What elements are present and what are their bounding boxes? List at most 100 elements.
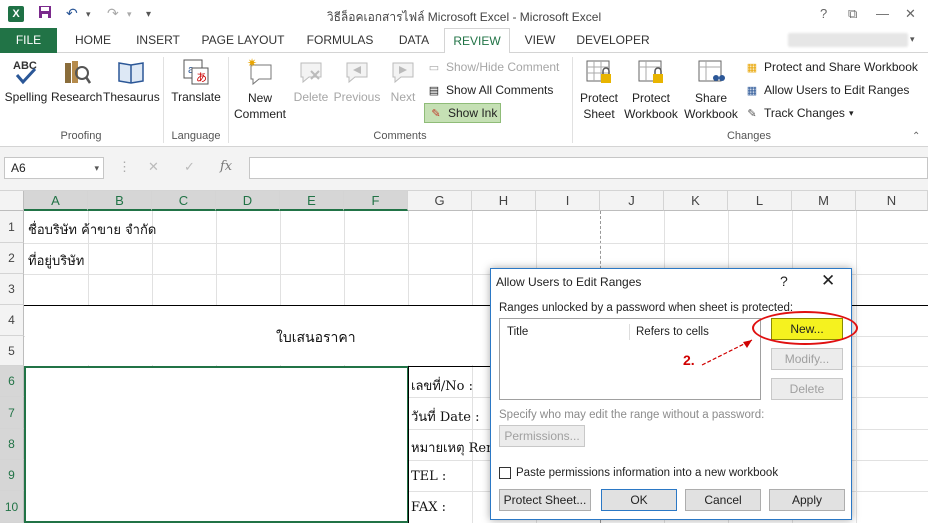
column-header-l[interactable]: L: [728, 191, 792, 211]
apply-button[interactable]: Apply: [769, 489, 845, 511]
delete-comment-label: Delete: [293, 90, 329, 104]
protect-share-workbook-button[interactable]: ▦ Protect and Share Workbook: [744, 57, 918, 77]
formula-input[interactable]: [249, 157, 928, 179]
row-header-6[interactable]: 6: [0, 366, 24, 397]
dialog-close-button[interactable]: ✕: [821, 271, 835, 291]
column-header-f[interactable]: F: [344, 191, 408, 211]
column-header-i[interactable]: I: [536, 191, 600, 211]
step-annotation: 2.: [683, 352, 695, 368]
title-column-header[interactable]: Title: [507, 326, 528, 338]
row-header-3[interactable]: 3: [0, 274, 24, 305]
research-label: Research: [51, 90, 103, 104]
comments-group-label: Comments: [373, 130, 427, 142]
next-comment-label: Next: [390, 90, 416, 104]
protect-workbook-button[interactable]: Protect Workbook: [622, 57, 680, 122]
track-changes-dropdown-icon: ▾: [848, 107, 854, 118]
tab-formulas[interactable]: FORMULAS: [302, 28, 378, 53]
column-header-d[interactable]: D: [216, 191, 280, 211]
track-changes-button[interactable]: ✎ Track Changes ▾: [744, 103, 853, 123]
tab-insert[interactable]: INSERT: [132, 28, 184, 53]
cell-g6[interactable]: เลขที่/No :: [411, 375, 473, 396]
name-box[interactable]: A6 ▾: [4, 157, 104, 179]
row-header-5[interactable]: 5: [0, 336, 24, 366]
row-header-10[interactable]: 10: [0, 491, 24, 523]
previous-comment-button[interactable]: Previous: [332, 57, 382, 104]
tab-view[interactable]: VIEW: [520, 28, 560, 53]
share-workbook-label: Share Workbook: [684, 91, 738, 121]
translate-icon: aあ: [181, 57, 211, 87]
row-header-7[interactable]: 7: [0, 397, 24, 429]
new-comment-button[interactable]: ✷ New Comment: [231, 57, 289, 122]
thesaurus-icon: [116, 57, 146, 87]
column-header-j[interactable]: J: [600, 191, 664, 211]
spelling-button[interactable]: ABC Spelling: [3, 57, 49, 104]
row-header-1[interactable]: 1: [0, 211, 24, 243]
name-box-dropdown-icon[interactable]: ▾: [94, 158, 99, 178]
protect-sheet-button[interactable]: Protect Sheet: [576, 57, 622, 122]
cell-g9[interactable]: TEL :: [411, 469, 446, 484]
permissions-button[interactable]: Permissions...: [499, 425, 585, 447]
show-all-comments-button[interactable]: ▤ Show All Comments: [426, 80, 554, 100]
collapse-ribbon-icon[interactable]: ⌃: [912, 131, 920, 142]
annotation-arrow-icon: [701, 339, 753, 366]
delete-comment-button[interactable]: Delete: [291, 57, 331, 104]
selected-range[interactable]: [24, 366, 409, 523]
column-header-h[interactable]: H: [472, 191, 536, 211]
row-header-4[interactable]: 4: [0, 305, 24, 336]
protect-sheet-dialog-button[interactable]: Protect Sheet...: [499, 489, 591, 511]
enter-entry-icon[interactable]: ✓: [184, 159, 195, 175]
cell-a1[interactable]: ชื่อบริษัท ค้าขาย จำกัด: [28, 219, 156, 240]
help-button[interactable]: ?: [820, 6, 827, 21]
column-header-k[interactable]: K: [664, 191, 728, 211]
next-comment-button[interactable]: Next: [384, 57, 422, 104]
delete-range-button[interactable]: Delete: [771, 378, 843, 400]
tab-file[interactable]: FILE: [0, 28, 57, 53]
column-header-e[interactable]: E: [280, 191, 344, 211]
cancel-entry-icon[interactable]: ✕: [148, 159, 159, 175]
gridline: [24, 243, 928, 244]
thesaurus-button[interactable]: Thesaurus: [103, 57, 160, 104]
track-changes-icon: ✎: [747, 107, 757, 120]
column-header-b[interactable]: B: [88, 191, 152, 211]
ok-button[interactable]: OK: [601, 489, 677, 511]
user-account[interactable]: [788, 33, 908, 47]
translate-button[interactable]: aあ Translate: [168, 57, 224, 104]
dialog-help-button[interactable]: ?: [780, 273, 788, 289]
research-icon: [61, 57, 91, 87]
column-header-m[interactable]: M: [792, 191, 856, 211]
account-dropdown-icon[interactable]: ▾: [910, 34, 915, 45]
cell-g10[interactable]: FAX :: [411, 500, 446, 515]
quotation-title[interactable]: ใบเสนอราคา: [276, 327, 356, 349]
allow-users-icon: ▦: [746, 84, 758, 97]
row-header-2[interactable]: 2: [0, 243, 24, 274]
tab-developer[interactable]: DEVELOPER: [576, 28, 650, 53]
row-header-8[interactable]: 8: [0, 429, 24, 460]
insert-function-icon[interactable]: fx: [220, 159, 232, 174]
show-ink-button[interactable]: ✎ Show Ink: [424, 103, 502, 123]
paste-permissions-label[interactable]: Paste permissions information into a new…: [516, 467, 778, 479]
tab-home[interactable]: HOME: [70, 28, 116, 53]
close-button[interactable]: ✕: [905, 6, 916, 22]
refers-column-header[interactable]: Refers to cells: [636, 326, 709, 338]
cell-g7[interactable]: วันที่ Date :: [411, 406, 480, 427]
modify-range-button[interactable]: Modify...: [771, 348, 843, 370]
row-header-9[interactable]: 9: [0, 460, 24, 491]
select-all-corner[interactable]: [0, 191, 24, 211]
paste-permissions-checkbox[interactable]: [499, 467, 511, 479]
tab-page-layout[interactable]: PAGE LAYOUT: [200, 28, 286, 53]
cell-a2[interactable]: ที่อยู่บริษัท: [28, 250, 84, 271]
share-workbook-button[interactable]: Share Workbook: [682, 57, 740, 122]
column-header-c[interactable]: C: [152, 191, 216, 211]
column-header-n[interactable]: N: [856, 191, 928, 211]
column-header-a[interactable]: A: [24, 191, 88, 211]
show-hide-comment-button[interactable]: ▭ Show/Hide Comment: [426, 57, 560, 77]
tab-review[interactable]: REVIEW: [444, 28, 510, 54]
cancel-button[interactable]: Cancel: [685, 489, 761, 511]
research-button[interactable]: Research: [51, 57, 103, 104]
allow-users-edit-ranges-button[interactable]: ▦ Allow Users to Edit Ranges: [744, 80, 910, 100]
formula-bar: A6 ▾ ⋮ ✕ ✓ fx: [0, 147, 928, 191]
tab-data[interactable]: DATA: [392, 28, 436, 53]
ribbon-display-options-button[interactable]: ⧉: [848, 6, 857, 22]
column-header-g[interactable]: G: [408, 191, 472, 211]
minimize-button[interactable]: —: [876, 6, 889, 21]
